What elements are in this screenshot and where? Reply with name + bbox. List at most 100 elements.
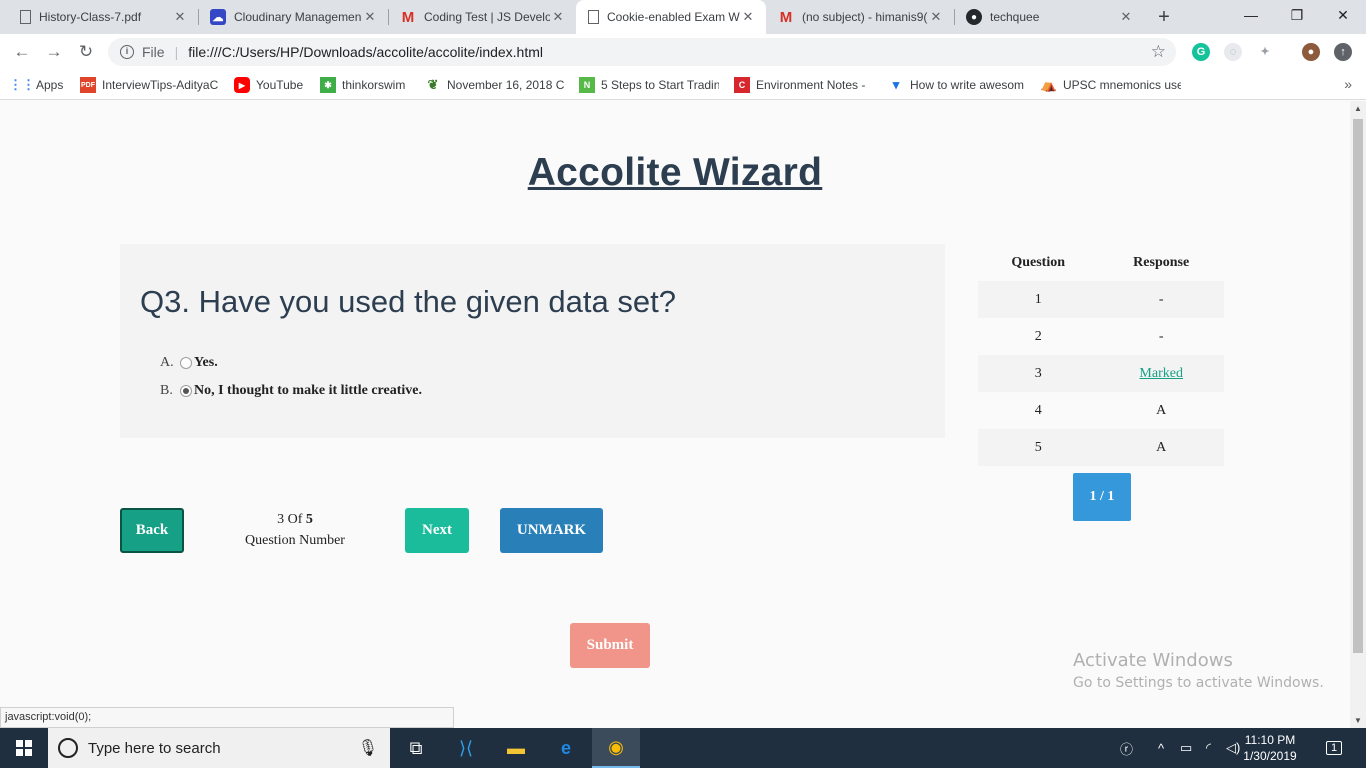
- start-button[interactable]: [0, 728, 48, 768]
- address-bar[interactable]: i File | file:///C:/Users/HP/Downloads/a…: [108, 38, 1176, 66]
- windows-logo-icon: [16, 740, 32, 756]
- minimize-button[interactable]: —: [1228, 0, 1274, 30]
- scroll-down-icon[interactable]: ▼: [1353, 716, 1363, 725]
- github-icon: ●: [966, 9, 982, 25]
- bookmark-environment[interactable]: C Environment Notes -: [734, 76, 874, 94]
- microphone-icon[interactable]: 🎙: [358, 738, 378, 758]
- option-a[interactable]: A. Yes.: [160, 355, 218, 371]
- bookmark-5-steps[interactable]: N 5 Steps to Start Tradin: [579, 76, 719, 94]
- table-row: 1 -: [978, 281, 1224, 318]
- close-icon[interactable]: ✕: [1118, 9, 1134, 25]
- youtube-icon: ▶: [234, 77, 250, 93]
- pdf-icon: PDF: [80, 77, 96, 93]
- back-arrow-icon[interactable]: ←: [10, 40, 34, 64]
- notification-count: 1: [1325, 741, 1343, 755]
- close-icon[interactable]: ✕: [740, 9, 756, 25]
- people-icon[interactable]: ⓡ: [1120, 728, 1133, 768]
- info-icon[interactable]: i: [120, 45, 134, 59]
- vertical-scrollbar[interactable]: ▲ ▼: [1350, 101, 1366, 728]
- scroll-thumb[interactable]: [1353, 119, 1363, 653]
- page-viewport: Accolite Wizard Q3. Have you used the gi…: [0, 101, 1350, 728]
- wifi-icon[interactable]: ◜: [1206, 728, 1211, 768]
- unmark-button[interactable]: UNMARK: [500, 508, 603, 553]
- table-row: 5 A: [978, 429, 1224, 466]
- taskbar: Type here to search 🎙 ⧉ ⟩⟨ ▬ e ◉ ⓡ ^ ▭ ◜…: [0, 728, 1366, 768]
- task-view-icon[interactable]: ⧉: [392, 728, 440, 768]
- column-header-response: Response: [1133, 254, 1190, 270]
- battery-icon[interactable]: ▭: [1180, 728, 1192, 768]
- taskbar-search[interactable]: Type here to search 🎙: [48, 728, 390, 768]
- tab-history-pdf[interactable]: History-Class-7.pdf ✕: [8, 0, 198, 34]
- tab-techquee[interactable]: ● techquee ✕: [954, 0, 1144, 34]
- chevron-more-icon[interactable]: »: [1344, 76, 1352, 92]
- tent-icon: ⛺: [1041, 77, 1058, 92]
- gmail-icon: M: [401, 8, 415, 26]
- n-logo-icon: N: [579, 77, 595, 93]
- clock[interactable]: 11:10 PM 1/30/2019: [1240, 732, 1300, 764]
- gmail-icon: M: [779, 8, 793, 26]
- funnel-icon: ▾: [892, 77, 900, 92]
- restore-button[interactable]: ❐: [1274, 0, 1320, 30]
- close-icon[interactable]: ✕: [550, 9, 566, 25]
- thinkorswim-icon: ✱: [320, 77, 336, 93]
- apps-grid-icon: ⋮⋮: [14, 77, 35, 92]
- page-icon: [588, 10, 599, 24]
- url-text: file:///C:/Users/HP/Downloads/accolite/a…: [188, 44, 544, 60]
- avatar[interactable]: ●: [1302, 43, 1320, 61]
- new-tab-button[interactable]: +: [1152, 5, 1176, 29]
- close-icon[interactable]: ✕: [172, 9, 188, 25]
- bookmark-thinkorswim[interactable]: ✱ thinkorswim: [320, 76, 405, 94]
- option-a-radio[interactable]: [180, 357, 192, 369]
- table-row: 2 -: [1034, 328, 1164, 344]
- chrome-icon[interactable]: ◉: [592, 728, 640, 768]
- next-button[interactable]: Next: [405, 508, 469, 553]
- bookmark-star-icon[interactable]: ☆: [1151, 42, 1166, 62]
- scroll-up-icon[interactable]: ▲: [1353, 104, 1363, 113]
- reload-icon[interactable]: ↻: [74, 40, 98, 64]
- question-counter: 3 Of 5 Question Number: [245, 512, 345, 548]
- response-link-marked[interactable]: Marked: [1139, 366, 1183, 381]
- pagination-button[interactable]: 1 / 1: [1073, 473, 1131, 521]
- update-icon[interactable]: ↑: [1334, 43, 1352, 61]
- document-icon: [20, 10, 31, 24]
- c-logo-icon: C: [734, 77, 750, 93]
- file-explorer-icon[interactable]: ▬: [492, 728, 540, 768]
- browser-toolbar: ← → ↻ i File | file:///C:/Users/HP/Downl…: [0, 34, 1366, 70]
- question-card: Q3. Have you used the given data set? A.…: [120, 244, 945, 438]
- tab-cookie-exam[interactable]: Cookie-enabled Exam W ✕: [576, 0, 766, 34]
- tab-cloudinary[interactable]: ☁ Cloudinary Managemen ✕: [198, 0, 388, 34]
- bookmarks-bar: ⋮⋮ Apps PDF InterviewTips-AdityaC ▶ YouT…: [0, 70, 1366, 100]
- plant-icon: ❦: [427, 77, 439, 92]
- bookmark-apps[interactable]: ⋮⋮ Apps: [14, 76, 63, 94]
- bookmark-interviewtips[interactable]: PDF InterviewTips-AdityaC: [80, 76, 222, 94]
- chevron-up-icon[interactable]: ^: [1158, 728, 1164, 768]
- tab-coding-test[interactable]: M Coding Test | JS Develo ✕: [388, 0, 576, 34]
- grammarly-icon[interactable]: G: [1192, 43, 1210, 61]
- extension-icon[interactable]: ◌: [1224, 43, 1242, 61]
- table-row: 3 Marked: [978, 355, 1224, 392]
- close-window-button[interactable]: ✕: [1320, 0, 1366, 30]
- bookmark-upsc[interactable]: ⛺ UPSC mnemonics use: [1041, 76, 1181, 94]
- vscode-icon[interactable]: ⟩⟨: [442, 728, 490, 768]
- submit-button[interactable]: Submit: [570, 623, 650, 668]
- cloudinary-icon: ☁: [210, 9, 226, 25]
- tab-no-subject[interactable]: M (no subject) - himanis9( ✕: [766, 0, 954, 34]
- cortana-icon: [58, 738, 78, 758]
- bookmark-november[interactable]: ❦ November 16, 2018 C: [425, 76, 565, 94]
- back-button[interactable]: Back: [120, 508, 184, 553]
- status-bar: javascript:void(0);: [0, 707, 454, 728]
- column-header-question: Question: [1011, 254, 1066, 270]
- option-b-radio[interactable]: [180, 385, 192, 397]
- close-icon[interactable]: ✕: [362, 9, 378, 25]
- close-icon[interactable]: ✕: [928, 9, 944, 25]
- volume-icon[interactable]: ◁): [1226, 728, 1240, 768]
- edge-icon[interactable]: e: [542, 728, 590, 768]
- notification-center-icon[interactable]: 1: [1322, 728, 1346, 768]
- activate-windows-watermark: Activate Windows Go to Settings to activ…: [1073, 650, 1324, 691]
- bookmark-how-to-write[interactable]: ▾ How to write awesom: [888, 76, 1026, 94]
- puzzle-icon[interactable]: ✦: [1256, 43, 1274, 61]
- question-text: Q3. Have you used the given data set?: [140, 284, 676, 319]
- forward-arrow-icon[interactable]: →: [42, 40, 66, 64]
- bookmark-youtube[interactable]: ▶ YouTube: [234, 76, 303, 94]
- option-b[interactable]: B. No, I thought to make it little creat…: [160, 383, 422, 399]
